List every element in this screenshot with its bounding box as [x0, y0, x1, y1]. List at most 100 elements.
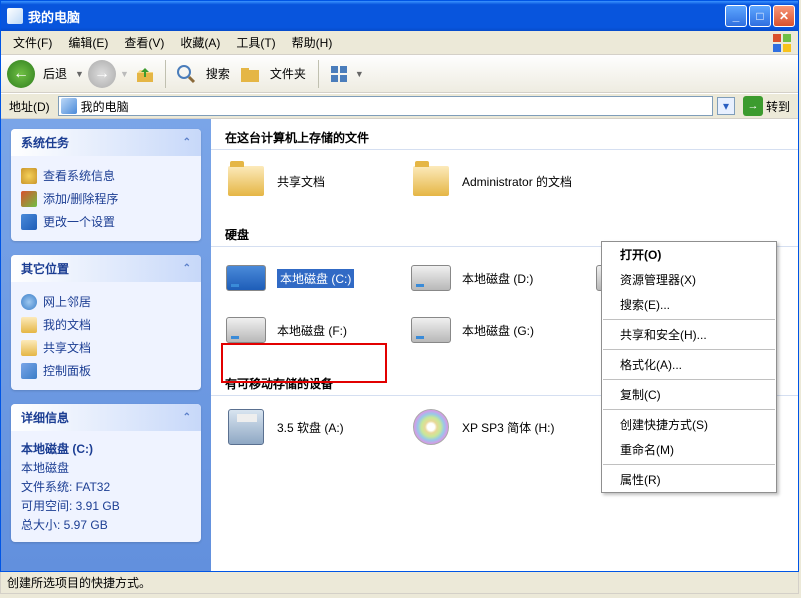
collapse-icon: ⌃: [183, 137, 191, 148]
item-floppy-a[interactable]: 3.5 软盘 (A:): [225, 406, 390, 448]
sidebar-item-system-info[interactable]: 查看系统信息: [21, 164, 191, 187]
menu-copy[interactable]: 复制(C): [602, 382, 776, 407]
item-shared-documents[interactable]: 共享文档: [225, 160, 390, 202]
settings-icon: [21, 214, 37, 230]
up-button[interactable]: [133, 62, 157, 86]
menu-share[interactable]: 共享和安全(H)...: [602, 322, 776, 347]
menu-rename[interactable]: 重命名(M): [602, 437, 776, 462]
explorer-window: 我的电脑 _ □ ✕ 文件(F) 编辑(E) 查看(V) 收藏(A) 工具(T)…: [0, 0, 799, 572]
info-icon: [21, 168, 37, 184]
address-field[interactable]: 我的电脑: [58, 96, 713, 116]
documents-icon: [21, 317, 37, 333]
item-disk-f[interactable]: 本地磁盘 (F:): [225, 309, 390, 351]
menu-edit[interactable]: 编辑(E): [60, 31, 116, 54]
address-value: 我的电脑: [81, 98, 129, 115]
toolbar-separator: [165, 60, 166, 88]
disk-icon: [225, 257, 267, 299]
menu-separator: [603, 319, 775, 320]
body: 系统任务⌃ 查看系统信息 添加/删除程序 更改一个设置 其它位置⌃ 网上邻居 我…: [1, 119, 798, 571]
forward-dropdown-icon: ▼: [120, 69, 129, 79]
back-dropdown-icon[interactable]: ▼: [75, 69, 84, 79]
menubar: 文件(F) 编辑(E) 查看(V) 收藏(A) 工具(T) 帮助(H): [1, 31, 798, 55]
menu-properties[interactable]: 属性(R): [602, 467, 776, 492]
disk-icon: [225, 309, 267, 351]
item-disk-c[interactable]: 本地磁盘 (C:): [225, 257, 390, 299]
windows-logo-icon: [772, 33, 792, 53]
folder-icon: [410, 160, 452, 202]
my-computer-icon: [7, 8, 23, 24]
menu-separator: [603, 464, 775, 465]
go-button[interactable]: → 转到: [739, 96, 794, 116]
close-button[interactable]: ✕: [773, 5, 795, 27]
address-dropdown-icon[interactable]: ▾: [717, 97, 735, 115]
menu-tools[interactable]: 工具(T): [228, 31, 283, 54]
panel-header[interactable]: 系统任务⌃: [11, 129, 201, 156]
menu-separator: [603, 409, 775, 410]
content-area[interactable]: 在这台计算机上存储的文件 共享文档 Administrator 的文档 硬盘 本…: [211, 119, 798, 571]
context-menu: 打开(O) 资源管理器(X) 搜索(E)... 共享和安全(H)... 格式化(…: [601, 241, 777, 493]
detail-type: 本地磁盘: [21, 458, 191, 477]
item-disk-g[interactable]: 本地磁盘 (G:): [410, 309, 575, 351]
disk-icon: [410, 309, 452, 351]
forward-button[interactable]: →: [88, 60, 116, 88]
disk-icon: [410, 257, 452, 299]
detail-filesystem: 文件系统: FAT32: [21, 477, 191, 496]
panel-header[interactable]: 其它位置⌃: [11, 255, 201, 282]
titlebar[interactable]: 我的电脑 _ □ ✕: [1, 1, 798, 31]
views-dropdown-icon[interactable]: ▼: [355, 69, 364, 79]
search-label[interactable]: 搜索: [206, 65, 230, 82]
menu-separator: [603, 379, 775, 380]
toolbar: ← 后退 ▼ → ▼ 搜索 文件夹 ▼: [1, 55, 798, 93]
menu-help[interactable]: 帮助(H): [284, 31, 341, 54]
back-label[interactable]: 后退: [43, 65, 67, 82]
address-label: 地址(D): [5, 98, 54, 115]
menu-file[interactable]: 文件(F): [5, 31, 60, 54]
menu-open[interactable]: 打开(O): [602, 242, 776, 267]
window-title: 我的电脑: [28, 7, 723, 26]
sidebar-item-control-panel[interactable]: 控制面板: [21, 359, 191, 382]
menu-separator: [603, 349, 775, 350]
detail-total-size: 总大小: 5.97 GB: [21, 515, 191, 534]
minimize-button[interactable]: _: [725, 5, 747, 27]
menu-view[interactable]: 查看(V): [116, 31, 172, 54]
folders-label[interactable]: 文件夹: [270, 65, 306, 82]
views-button[interactable]: [327, 62, 351, 86]
sidebar-item-add-remove[interactable]: 添加/删除程序: [21, 187, 191, 210]
menu-explorer[interactable]: 资源管理器(X): [602, 267, 776, 292]
detail-name: 本地磁盘 (C:): [21, 439, 191, 458]
item-cd-h[interactable]: XP SP3 简体 (H:): [410, 406, 575, 448]
maximize-button[interactable]: □: [749, 5, 771, 27]
floppy-icon: [225, 406, 267, 448]
cd-icon: [410, 406, 452, 448]
sidebar: 系统任务⌃ 查看系统信息 添加/删除程序 更改一个设置 其它位置⌃ 网上邻居 我…: [1, 119, 211, 571]
section-body: 共享文档 Administrator 的文档: [211, 160, 798, 216]
item-disk-d[interactable]: 本地磁盘 (D:): [410, 257, 575, 299]
go-label: 转到: [766, 98, 790, 115]
menu-shortcut[interactable]: 创建快捷方式(S): [602, 412, 776, 437]
item-admin-documents[interactable]: Administrator 的文档: [410, 160, 575, 202]
menu-favorites[interactable]: 收藏(A): [172, 31, 228, 54]
menu-format[interactable]: 格式化(A)...: [602, 352, 776, 377]
section-header-stored-files: 在这台计算机上存储的文件: [211, 119, 798, 150]
panel-header[interactable]: 详细信息⌃: [11, 404, 201, 431]
search-icon[interactable]: [174, 62, 198, 86]
panel-other-places: 其它位置⌃ 网上邻居 我的文档 共享文档 控制面板: [11, 255, 201, 390]
collapse-icon: ⌃: [183, 412, 191, 423]
address-bar: 地址(D) 我的电脑 ▾ → 转到: [1, 93, 798, 119]
status-bar: 创建所选项目的快捷方式。: [0, 572, 799, 594]
sidebar-item-shared-docs[interactable]: 共享文档: [21, 336, 191, 359]
sidebar-item-my-documents[interactable]: 我的文档: [21, 313, 191, 336]
folders-icon[interactable]: [238, 62, 262, 86]
shared-icon: [21, 340, 37, 356]
panel-system-tasks: 系统任务⌃ 查看系统信息 添加/删除程序 更改一个设置: [11, 129, 201, 241]
detail-free-space: 可用空间: 3.91 GB: [21, 496, 191, 515]
menu-search[interactable]: 搜索(E)...: [602, 292, 776, 317]
network-icon: [21, 294, 37, 310]
status-text: 创建所选项目的快捷方式。: [7, 574, 151, 591]
sidebar-item-network[interactable]: 网上邻居: [21, 290, 191, 313]
sidebar-item-change-setting[interactable]: 更改一个设置: [21, 210, 191, 233]
go-icon: →: [743, 96, 763, 116]
back-button[interactable]: ←: [7, 60, 35, 88]
collapse-icon: ⌃: [183, 263, 191, 274]
control-panel-icon: [21, 363, 37, 379]
